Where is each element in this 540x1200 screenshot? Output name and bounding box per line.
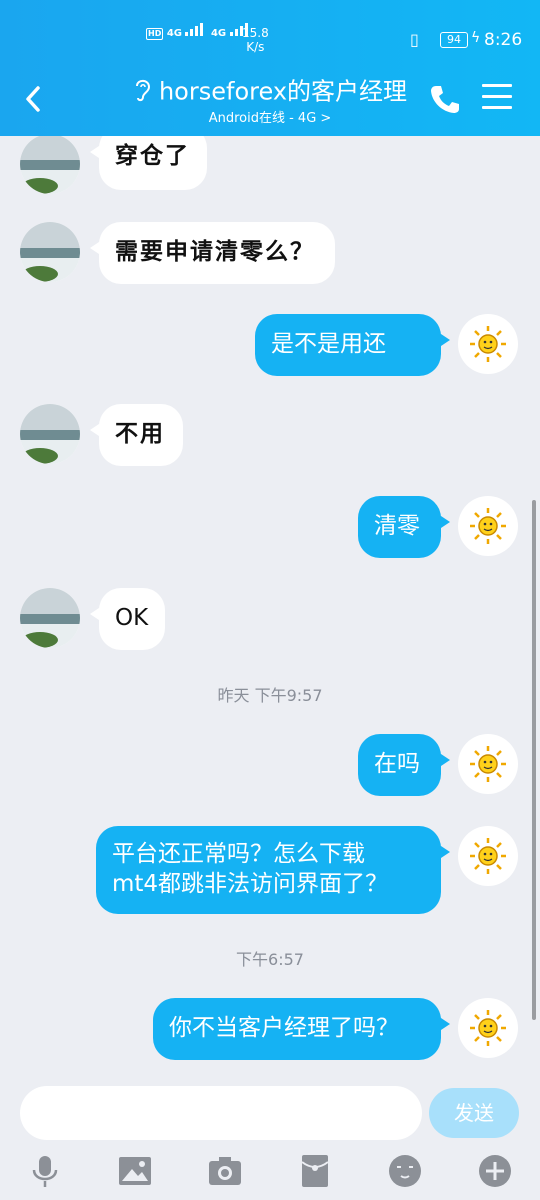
my-avatar[interactable]	[458, 734, 518, 794]
image-icon[interactable]	[118, 1154, 152, 1188]
chat-header: horseforex的客户经理 Android在线 - 4G >	[0, 62, 540, 136]
send-button[interactable]: 发送	[429, 1088, 519, 1138]
my-avatar[interactable]	[458, 314, 518, 374]
message-bubble-outgoing[interactable]: 清零	[358, 496, 450, 558]
my-avatar[interactable]	[458, 496, 518, 556]
my-avatar[interactable]	[458, 998, 518, 1058]
network-type-1: 4G	[166, 28, 182, 39]
camera-icon[interactable]	[208, 1154, 242, 1188]
contact-avatar[interactable]	[20, 588, 80, 648]
plus-icon[interactable]	[478, 1154, 512, 1188]
vibrate-icon: ▯	[410, 30, 419, 49]
scrollbar[interactable]	[532, 500, 536, 1020]
message-timestamp: 昨天 下午9:57	[217, 686, 323, 705]
status-bar: HD 4G 4G 15.8 K/s ▯ 94 ϟ 8:26	[0, 0, 540, 62]
contact-avatar[interactable]	[20, 404, 80, 464]
network-speed: 15.8 K/s	[242, 26, 269, 54]
message-bubble-outgoing[interactable]: 平台还正常吗？怎么下载 mt4都跳非法访问界面了？	[96, 826, 450, 914]
message-bubble-outgoing[interactable]: 你不当客户经理了吗？	[153, 998, 450, 1060]
my-avatar[interactable]	[458, 826, 518, 886]
emoji-icon[interactable]	[388, 1154, 422, 1188]
menu-line	[482, 95, 512, 98]
sun-emoji-icon	[470, 746, 506, 782]
message-list[interactable]: 穿仓了 需要申请清零么？ 是不是用还 不用 清零 OK 昨天 下午9:57 在吗…	[0, 136, 540, 1076]
message-bubble-incoming[interactable]: 穿仓了	[90, 136, 207, 190]
contact-name: horseforex的客户经理	[158, 77, 408, 106]
contact-avatar[interactable]	[20, 222, 80, 282]
sun-emoji-icon	[470, 838, 506, 874]
phone-icon	[431, 86, 459, 113]
sun-emoji-icon	[470, 326, 506, 362]
contact-avatar[interactable]	[20, 136, 80, 194]
charging-icon: ϟ	[471, 30, 481, 46]
message-timestamp: 下午6:57	[236, 950, 304, 969]
message-bubble-outgoing[interactable]: 在吗	[358, 734, 450, 796]
network-indicator: HD 4G 4G	[146, 22, 252, 40]
message-bubble-incoming[interactable]: 需要申请清零么？	[90, 222, 335, 284]
message-bubble-outgoing[interactable]: 是不是用还	[255, 314, 450, 376]
message-input[interactable]	[20, 1086, 422, 1140]
menu-line	[482, 84, 512, 87]
battery-icon: 94	[440, 32, 468, 48]
composer-bar: 发送	[0, 1076, 540, 1200]
clock: 8:26	[484, 30, 523, 50]
network-type-2: 4G	[210, 28, 227, 39]
menu-button[interactable]	[482, 84, 512, 114]
red-packet-icon[interactable]	[298, 1154, 332, 1188]
message-bubble-incoming[interactable]: OK	[90, 588, 165, 650]
microphone-icon[interactable]	[28, 1154, 62, 1188]
message-bubble-incoming[interactable]: 不用	[90, 404, 183, 466]
sun-emoji-icon	[470, 1010, 506, 1046]
call-button[interactable]	[428, 82, 460, 116]
sun-emoji-icon	[470, 508, 506, 544]
ear-icon	[133, 76, 153, 109]
hd-badge: HD	[146, 28, 164, 40]
signal-icon	[185, 23, 204, 36]
menu-line	[482, 106, 512, 109]
